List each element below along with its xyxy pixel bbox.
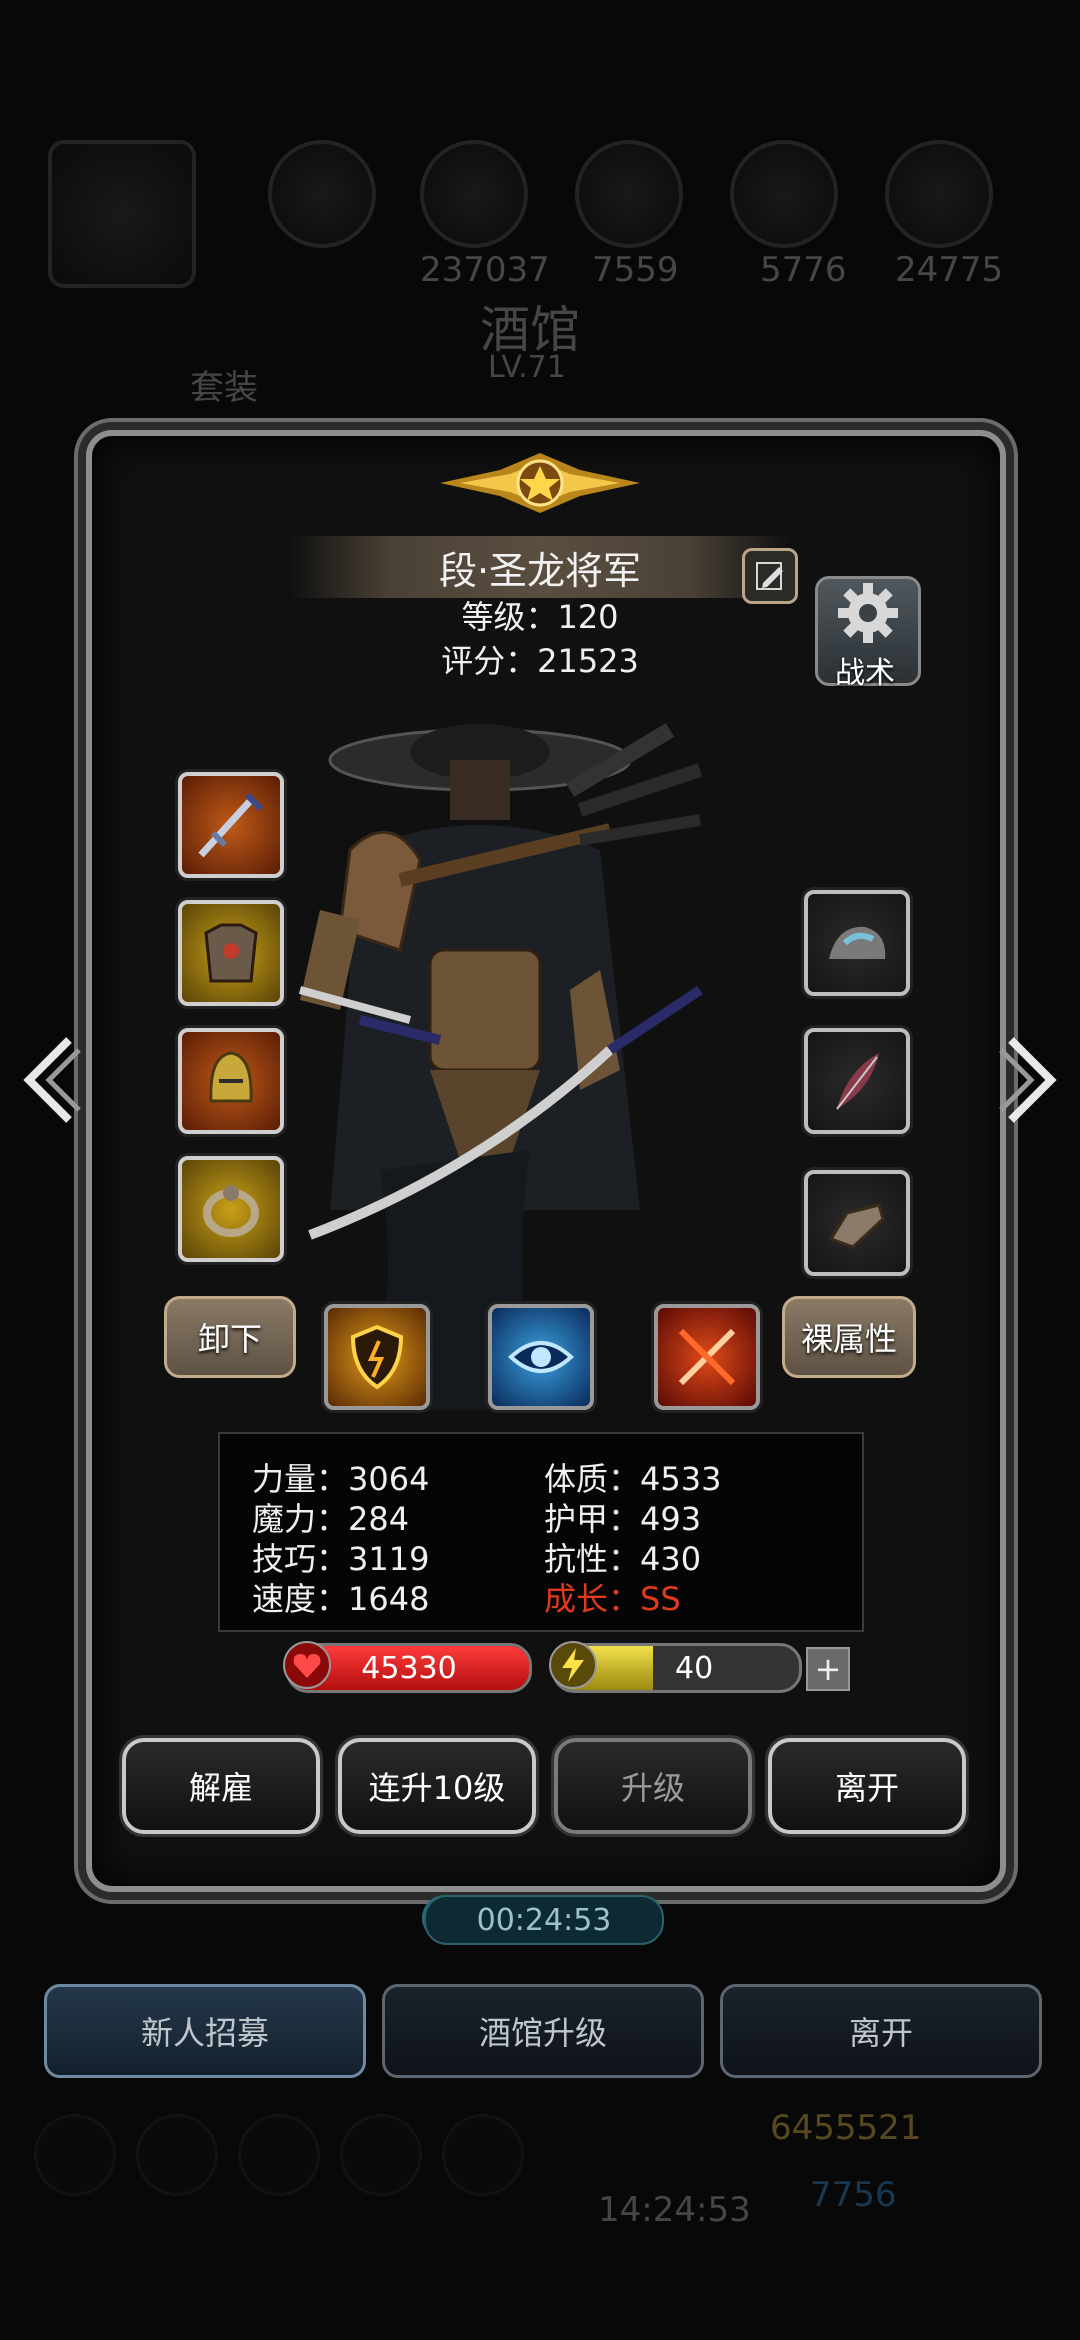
gear-icon	[838, 583, 898, 643]
hero-score: 评分：21523	[441, 642, 639, 680]
skill-slot-2[interactable]	[488, 1304, 594, 1410]
pencil-icon	[756, 562, 783, 590]
stat-speed: 速度：1648	[252, 1580, 430, 1618]
resource-value: 7559	[592, 250, 679, 290]
resource-value: 237037	[420, 250, 550, 290]
gauntlet-icon	[828, 1203, 885, 1249]
crossed-slash-icon	[678, 1328, 736, 1386]
leave-button[interactable]: 离开	[768, 1738, 966, 1834]
avatar	[48, 140, 196, 288]
menu-icon[interactable]	[340, 2114, 422, 2196]
rank-emblem-icon	[440, 453, 640, 513]
equip-slot-weapon[interactable]	[178, 772, 284, 878]
resource-icon	[730, 140, 838, 248]
hero-level: 等级：120	[461, 598, 619, 636]
recruit-timer: 00:24:53	[424, 1895, 664, 1945]
equip-slot-ring[interactable]	[178, 1156, 284, 1262]
gold-amount: 6455521	[770, 2108, 922, 2148]
next-hero-arrow[interactable]	[996, 1030, 1066, 1130]
ring-icon	[203, 1185, 259, 1237]
clock: 14:24:53	[598, 2190, 751, 2230]
rename-button[interactable]	[742, 548, 798, 604]
gem-stone-icon	[829, 926, 886, 959]
suit-tab[interactable]: 套装	[190, 360, 258, 409]
sword-icon	[198, 792, 264, 858]
unequip-button[interactable]: 卸下	[164, 1296, 296, 1378]
resource-icon	[420, 140, 528, 248]
new-recruit-button[interactable]: 新人招募	[44, 1984, 366, 2078]
menu-icon[interactable]	[238, 2114, 320, 2196]
shield-icon	[350, 1324, 404, 1390]
bare-attributes-button[interactable]: 裸属性	[782, 1296, 916, 1378]
resource-value: 24775	[895, 250, 1004, 290]
armor-icon	[204, 923, 258, 983]
skill-slot-1[interactable]	[324, 1304, 430, 1410]
menu-icon[interactable]	[34, 2114, 116, 2196]
equip-slot-armor[interactable]	[178, 900, 284, 1006]
resource-icon	[268, 140, 376, 248]
eye-icon	[508, 1341, 574, 1373]
tavern-leave-button[interactable]: 离开	[720, 1984, 1042, 2078]
equip-slot-accessory-2[interactable]	[804, 1028, 910, 1134]
feather-icon	[836, 1053, 879, 1110]
stats-panel: 力量：3064 魔力：284 技巧：3119 速度：1648 体质：4533 护…	[218, 1432, 864, 1632]
add-energy-button[interactable]: +	[806, 1647, 850, 1691]
previous-hero-arrow[interactable]	[14, 1030, 84, 1130]
energy-value: 40	[675, 1650, 714, 1686]
helmet-icon	[209, 1051, 253, 1103]
resource-value: 5776	[760, 250, 847, 290]
tactics-label: 战术	[835, 656, 895, 691]
resource-icon	[885, 140, 993, 248]
resource-icon	[575, 140, 683, 248]
dismiss-button[interactable]: 解雇	[122, 1738, 320, 1834]
equip-slot-accessory-1[interactable]	[804, 890, 910, 996]
equip-slot-helmet[interactable]	[178, 1028, 284, 1134]
menu-icon[interactable]	[136, 2114, 218, 2196]
heart-icon	[283, 1641, 331, 1689]
level-up-10-button[interactable]: 连升10级	[338, 1738, 536, 1834]
skill-slot-3[interactable]	[654, 1304, 760, 1410]
tavern-upgrade-button[interactable]: 酒馆升级	[382, 1984, 704, 2078]
equip-slot-accessory-3[interactable]	[804, 1170, 910, 1276]
gem-amount: 7756	[810, 2175, 897, 2215]
menu-icon[interactable]	[442, 2114, 524, 2196]
tavern-level: LV.71	[488, 350, 566, 385]
stat-growth: 成长：SS	[544, 1580, 681, 1618]
hero-name: 段·圣龙将军	[290, 536, 790, 598]
level-up-button[interactable]: 升级	[554, 1738, 752, 1834]
lightning-icon	[549, 1641, 597, 1689]
